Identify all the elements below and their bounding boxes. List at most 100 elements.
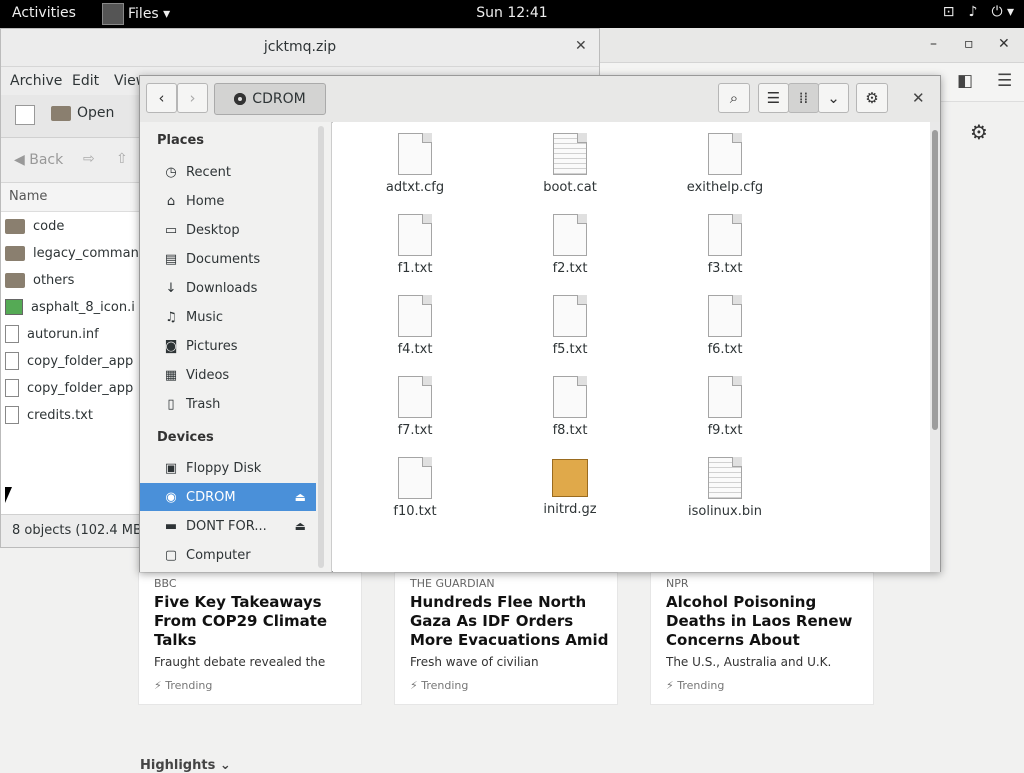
file-icon: [398, 457, 432, 499]
card-headline: Alcohol Poisoning Deaths in Laos Renew C…: [666, 593, 853, 649]
sidebar-item-cdrom[interactable]: ◉ CDROM ⏏: [140, 483, 316, 511]
settings-button[interactable]: ⚙: [856, 83, 888, 113]
path-bar-cdrom[interactable]: CDROM: [214, 83, 326, 115]
search-button[interactable]: ⌕: [718, 83, 750, 113]
menu-edit[interactable]: Edit: [72, 73, 99, 89]
app-menu[interactable]: Files ▾: [102, 1, 170, 27]
sidebar-item-home[interactable]: ⌂ Home: [140, 187, 316, 215]
list-item[interactable]: copy_folder_app: [5, 375, 133, 401]
desktop-folder-icon: ▭: [164, 222, 178, 238]
sidebar-item-recent[interactable]: ◷ Recent: [140, 158, 316, 186]
disc-icon: [234, 93, 247, 105]
file-item[interactable]: f7.txt: [345, 365, 485, 443]
news-card[interactable]: NPR Alcohol Poisoning Deaths in Laos Ren…: [650, 572, 874, 705]
sidebar-label: DONT FOR...: [186, 518, 267, 534]
file-icon: [553, 214, 587, 256]
sidebar-item-pictures[interactable]: ◙ Pictures: [140, 332, 316, 360]
settings-gear-icon[interactable]: ⚙: [970, 120, 988, 144]
sidebar-item-documents[interactable]: ▤ Documents: [140, 245, 316, 273]
card-headline: Five Key Takeaways From COP29 Climate Ta…: [154, 593, 328, 649]
close-icon[interactable]: ✕: [912, 89, 925, 107]
view-options-button[interactable]: ⌄: [818, 83, 849, 113]
sidebar-label: Trash: [186, 396, 221, 412]
trending-tag: ⚡ Trending: [154, 679, 213, 692]
sidebar-item-computer[interactable]: ▢ Computer: [140, 541, 316, 569]
file-item[interactable]: f10.txt: [345, 446, 485, 524]
file-item[interactable]: f1.txt: [345, 203, 485, 281]
file-icon: [398, 295, 432, 337]
sidebar-label: Floppy Disk: [186, 460, 262, 476]
menu-icon[interactable]: ☰: [997, 71, 1012, 91]
trending-label: Trending: [165, 679, 213, 692]
file-item[interactable]: f2.txt: [500, 203, 640, 281]
new-archive-icon[interactable]: [15, 105, 35, 125]
list-view-icon: ☰: [766, 89, 781, 107]
highlights-heading[interactable]: Highlights ⌄: [140, 758, 231, 773]
sidebar-label: Videos: [186, 367, 230, 383]
file-item[interactable]: f9.txt: [655, 365, 795, 443]
sidebar-item-drive[interactable]: ▬ DONT FOR... ⏏: [140, 512, 316, 540]
mouse-cursor-icon: [5, 487, 12, 503]
file-item[interactable]: f6.txt: [655, 284, 795, 362]
list-item[interactable]: credits.txt: [5, 402, 93, 428]
list-item[interactable]: autorun.inf: [5, 321, 99, 347]
sidebar-item-music[interactable]: ♫ Music: [140, 303, 316, 331]
close-icon[interactable]: ✕: [998, 36, 1010, 52]
file-label: boot.cat: [543, 180, 597, 195]
sidebar-item-floppy[interactable]: ▣ Floppy Disk: [140, 454, 316, 482]
sidebar-item-desktop[interactable]: ▭ Desktop: [140, 216, 316, 244]
file-label: f10.txt: [393, 504, 437, 519]
list-item[interactable]: asphalt_8_icon.i: [5, 294, 135, 320]
open-button[interactable]: Open: [51, 105, 114, 121]
film-icon: ▦: [164, 367, 178, 383]
file-item[interactable]: isolinux.bin: [655, 446, 795, 524]
forward-icon[interactable]: ⇨: [83, 151, 95, 167]
places-sidebar: Places ◷ Recent ⌂ Home ▭ Desktop ▤ Documents…: [140, 122, 332, 572]
eject-icon[interactable]: ⏏: [295, 490, 306, 504]
file-item[interactable]: f4.txt: [345, 284, 485, 362]
eject-icon[interactable]: ⏏: [295, 519, 306, 533]
up-icon[interactable]: ⇧: [116, 151, 128, 167]
list-item[interactable]: others: [5, 267, 74, 293]
news-card[interactable]: THE GUARDIAN Hundreds Flee North Gaza As…: [394, 572, 618, 705]
news-card[interactable]: BBC Five Key Takeaways From COP29 Climat…: [138, 572, 362, 705]
list-item[interactable]: code: [5, 213, 64, 239]
sidebar-label: Documents: [186, 251, 261, 267]
file-item[interactable]: adtxt.cfg: [345, 122, 485, 200]
file-item[interactable]: f5.txt: [500, 284, 640, 362]
file-item[interactable]: f3.txt: [655, 203, 795, 281]
file-grid-scrollbar[interactable]: [930, 122, 940, 572]
sidebar-scrollbar[interactable]: [318, 126, 324, 568]
archive-package-icon: [552, 459, 588, 497]
list-item[interactable]: legacy_command: [5, 240, 147, 266]
list-item[interactable]: copy_folder_app: [5, 348, 133, 374]
sidebar-item-downloads[interactable]: ↓ Downloads: [140, 274, 316, 302]
back-button[interactable]: ‹: [146, 83, 177, 113]
file-label: f4.txt: [397, 342, 433, 357]
activities-button[interactable]: Activities: [12, 5, 76, 21]
grid-view-button[interactable]: ⁞⁞: [788, 83, 819, 113]
forward-button[interactable]: ›: [177, 83, 208, 113]
file-icon: [708, 133, 742, 175]
file-item[interactable]: boot.cat: [500, 122, 640, 200]
file-name: code: [33, 218, 65, 234]
sidebar-item-trash[interactable]: ▯ Trash: [140, 390, 316, 418]
music-icon: ♫: [165, 309, 177, 325]
file-label: f9.txt: [707, 423, 743, 438]
file-item[interactable]: f8.txt: [500, 365, 640, 443]
scrollbar-thumb[interactable]: [932, 130, 938, 430]
sidebar-item-videos[interactable]: ▦ Videos: [140, 361, 316, 389]
maximize-icon[interactable]: ▫: [964, 36, 974, 52]
close-icon[interactable]: ✕: [575, 38, 587, 54]
system-tray[interactable]: ⊡ ♪ ⏻ ▾: [943, 4, 1014, 20]
file-icon: [553, 295, 587, 337]
file-item[interactable]: initrd.gz: [500, 446, 640, 524]
sidebar-icon[interactable]: ◧: [957, 71, 973, 91]
file-icon: [398, 214, 432, 256]
menu-archive[interactable]: Archive: [10, 73, 62, 89]
file-item[interactable]: exithelp.cfg: [655, 122, 795, 200]
back-button[interactable]: ◀ Back: [14, 152, 63, 168]
minimize-icon[interactable]: –: [930, 36, 937, 52]
document-icon: [5, 325, 19, 343]
list-view-button[interactable]: ☰: [758, 83, 789, 113]
